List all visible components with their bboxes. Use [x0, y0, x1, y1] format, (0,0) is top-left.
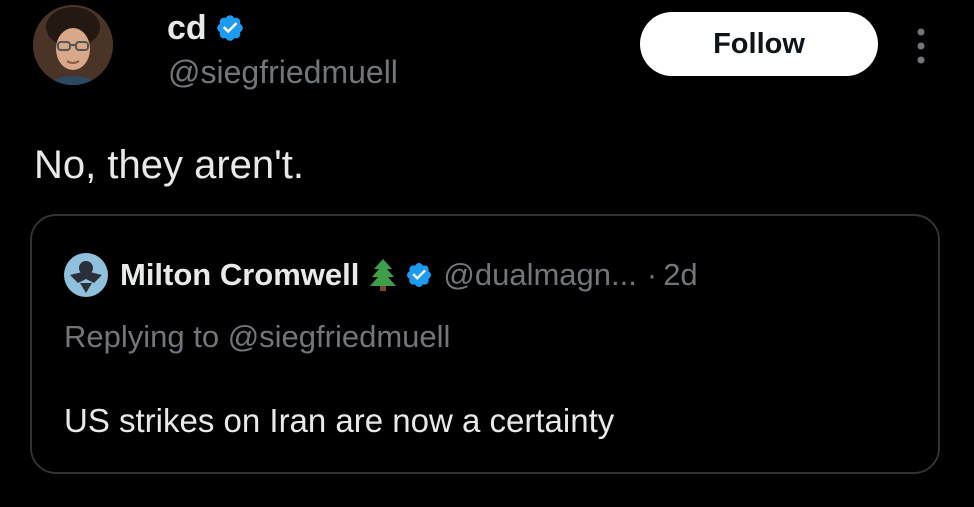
quoted-avatar-icon: [64, 253, 108, 297]
quoted-tweet-header: Milton Cromwell @dualmagn... · 2d: [64, 252, 698, 298]
more-options-button[interactable]: [904, 22, 938, 70]
person-avatar-icon: [33, 5, 113, 85]
quoted-tweet-card[interactable]: Milton Cromwell @dualmagn... · 2d Replyi…: [30, 214, 940, 474]
quoted-author-avatar[interactable]: [64, 253, 108, 297]
author-handle[interactable]: @siegfriedmuell: [168, 56, 398, 88]
quoted-separator: ·: [646, 257, 658, 292]
quoted-author-handle[interactable]: @dualmagn...: [443, 257, 636, 293]
follow-button[interactable]: Follow: [640, 12, 878, 76]
author-name-row: cd: [167, 6, 245, 50]
more-vertical-icon: [917, 28, 925, 64]
quoted-verified-badge-icon: [405, 261, 433, 289]
author-avatar[interactable]: [33, 5, 113, 85]
evergreen-tree-icon: [369, 258, 397, 292]
verified-badge-icon: [215, 13, 245, 43]
replying-to-label: Replying to @siegfriedmuell: [64, 319, 451, 354]
quoted-timestamp[interactable]: 2d: [663, 257, 697, 293]
quoted-tweet-text: US strikes on Iran are now a certainty: [64, 402, 615, 439]
quoted-author-name[interactable]: Milton Cromwell: [120, 257, 359, 293]
author-display-name[interactable]: cd: [167, 11, 207, 45]
tweet-text: No, they aren't.: [34, 143, 304, 187]
